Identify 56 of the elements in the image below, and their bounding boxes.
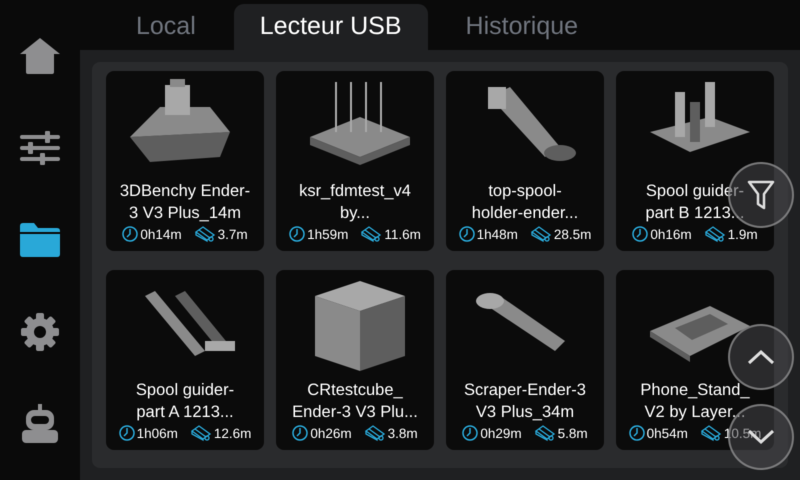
clock-icon — [118, 425, 135, 441]
tab[interactable]: Lecteur USB — [234, 4, 428, 50]
clock-icon — [458, 226, 475, 242]
file-card[interactable]: Spool guider- part B 1213... 0h16m 1.9m — [616, 71, 774, 251]
filament-length: 1.9m — [728, 226, 758, 242]
print-time: 0h16m — [650, 226, 692, 242]
sliders-icon — [20, 130, 60, 166]
file-name: Spool guider- part A 1213... — [136, 380, 234, 423]
filament-icon — [530, 226, 552, 242]
file-card[interactable]: 3DBenchy Ender- 3 V3 Plus_14m 0h14m 3.7m — [106, 71, 264, 251]
filament-length: 3.7m — [218, 226, 248, 242]
clock-icon — [289, 226, 306, 242]
print-time: 1h48m — [476, 226, 518, 242]
file-name: ksr_fdmtest_v4 by... — [299, 181, 411, 224]
print-time: 1h59m — [307, 226, 348, 242]
filament-length: 28.5m — [554, 226, 592, 242]
print-time: 0h26m — [310, 426, 352, 440]
filament-length: 3.8m — [388, 426, 418, 440]
filament-icon — [364, 425, 386, 441]
file-card[interactable]: ksr_fdmtest_v4 by... 1h59m 11.6m — [276, 71, 434, 251]
clock-icon — [122, 226, 138, 242]
filament-length: 5.8m — [558, 426, 588, 440]
file-name: top-spool- holder-ender... — [472, 181, 578, 224]
clock-icon — [292, 425, 308, 441]
print-time: 1h06m — [136, 426, 178, 440]
file-name: CRtestcube_ Ender-3 V3 Plu... — [292, 380, 418, 423]
clock-icon — [628, 425, 645, 441]
file-card[interactable]: Scraper-Ender-3 V3 Plus_34m 0h29m 5.8m — [446, 270, 604, 450]
print-time: 0h14m — [140, 226, 182, 242]
filament-icon — [534, 425, 556, 441]
filament-icon — [360, 226, 382, 242]
file-name: Spool guider- part B 1213... — [645, 181, 745, 224]
chevron-up-icon — [747, 349, 775, 365]
folder-icon — [20, 223, 60, 257]
robot-icon — [20, 404, 60, 444]
filament-icon — [704, 226, 726, 242]
file-name: Phone_Stand_ V2 by Layer... — [640, 380, 750, 423]
filament-icon — [190, 425, 212, 441]
file-name: Scraper-Ender-3 V3 Plus_34m — [464, 380, 586, 423]
home-icon — [18, 36, 62, 76]
tab[interactable]: Local — [110, 4, 222, 50]
file-card[interactable]: Spool guider- part A 1213... 1h06m 12.6m — [106, 270, 264, 450]
tab[interactable]: Historique — [440, 4, 604, 50]
filament-icon — [700, 425, 722, 441]
file-card[interactable]: CRtestcube_ Ender-3 V3 Plu... 0h26m 3.8m — [276, 270, 434, 450]
filament-length: 11.6m — [384, 226, 421, 242]
settings-icon — [20, 312, 60, 352]
filament-length: 12.6m — [214, 426, 252, 440]
file-name: 3DBenchy Ender- 3 V3 Plus_14m — [120, 181, 250, 224]
filter-icon — [747, 180, 775, 210]
clock-icon — [462, 425, 478, 441]
print-time: 0h29m — [480, 426, 522, 440]
file-card[interactable]: top-spool- holder-ender... 1h48m 28.5m — [446, 71, 604, 251]
print-time: 0h54m — [646, 426, 688, 440]
clock-icon — [632, 226, 648, 242]
filament-icon — [194, 226, 216, 242]
